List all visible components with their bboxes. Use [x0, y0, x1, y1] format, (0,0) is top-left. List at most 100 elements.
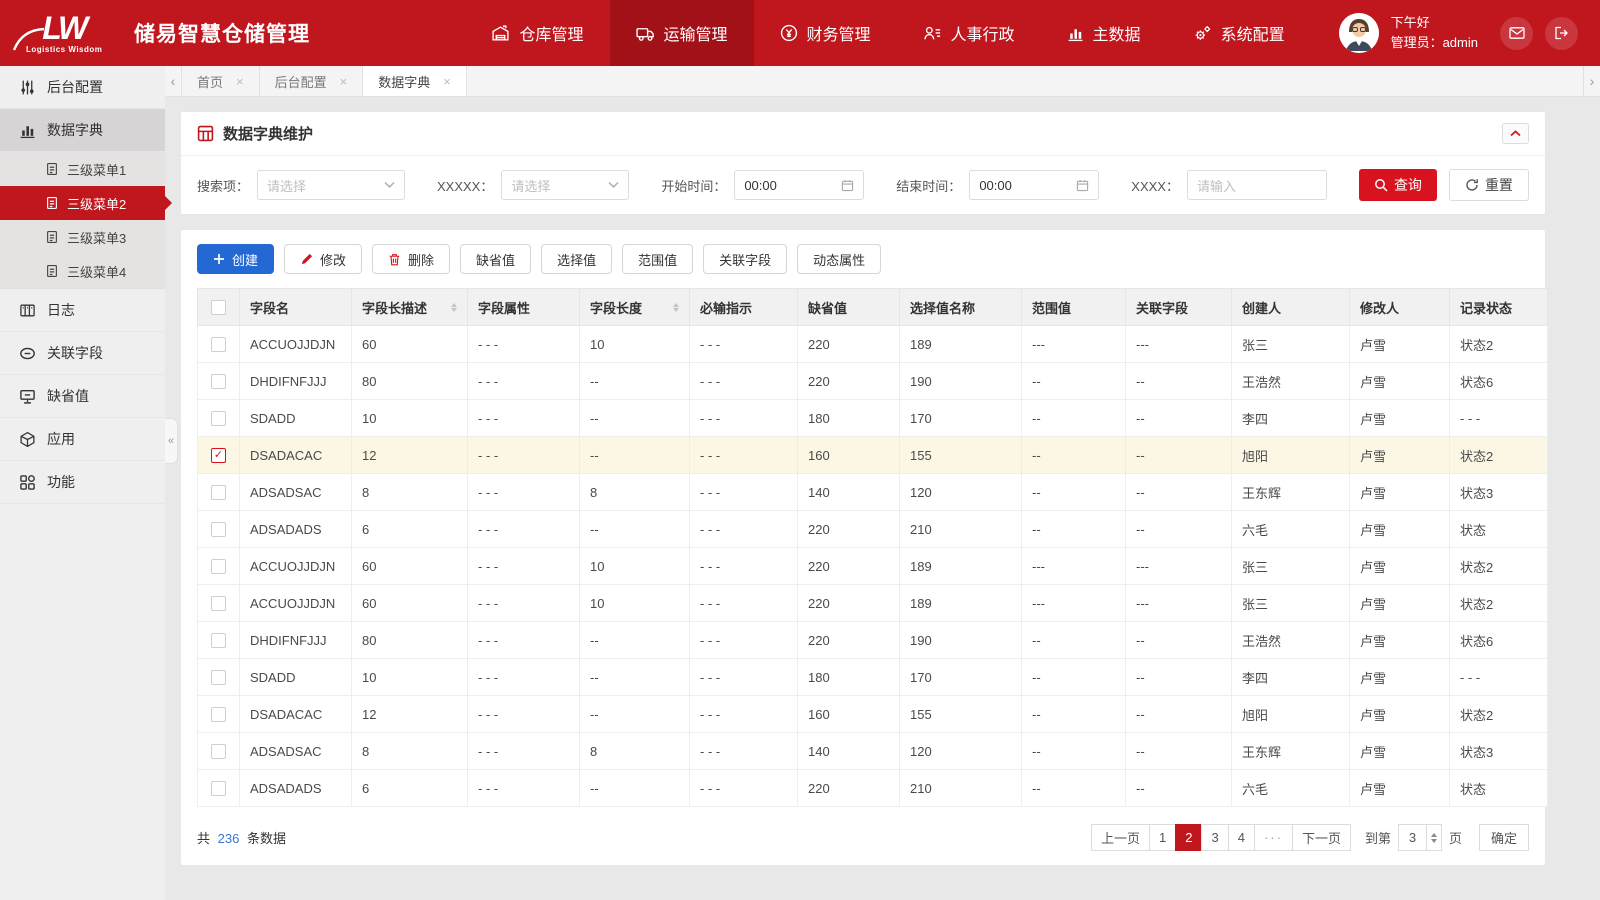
- cell-8: --: [1125, 473, 1232, 511]
- close-icon[interactable]: ×: [236, 75, 244, 88]
- toolbar-button-4[interactable]: 选择值: [541, 244, 613, 274]
- cell-1: 10: [351, 658, 468, 696]
- cell-2: - - -: [467, 658, 580, 696]
- start-time-input[interactable]: 00:00: [734, 170, 865, 200]
- toolbar-button-label: 关联字段: [719, 252, 772, 268]
- goto-confirm-button[interactable]: 确定: [1478, 824, 1529, 851]
- sidebar-collapse-handle[interactable]: «: [165, 418, 178, 464]
- cell-5: 180: [797, 658, 900, 696]
- tab-0[interactable]: 首页 ×: [182, 66, 260, 96]
- nav-item-0[interactable]: 仓库管理: [465, 0, 609, 66]
- toolbar-button-label: 动态属性: [813, 252, 866, 268]
- filter-panel-header: 数据字典维护: [181, 112, 1545, 156]
- panel-collapse-button[interactable]: [1502, 123, 1529, 144]
- close-icon[interactable]: ×: [340, 75, 348, 88]
- row-checkbox[interactable]: [211, 558, 226, 574]
- search-select[interactable]: 请选择: [257, 170, 406, 200]
- sidebar-subitem-3[interactable]: 三级菜单2: [0, 186, 172, 220]
- page-button-1[interactable]: 1: [1149, 824, 1177, 851]
- tab-2[interactable]: 数据字典 ×: [363, 66, 467, 96]
- header-action-logout[interactable]: [1545, 16, 1578, 50]
- stepper-up-icon[interactable]: [1430, 832, 1437, 837]
- row-checkbox[interactable]: [211, 669, 226, 685]
- tab-scroll-left-button[interactable]: ‹: [165, 66, 182, 96]
- row-checkbox[interactable]: [211, 632, 226, 648]
- row-checkbox[interactable]: [211, 595, 226, 611]
- toolbar-button-3[interactable]: 缺省值: [460, 244, 532, 274]
- column-header-4: 必输指示: [689, 288, 798, 326]
- xxxxx-select[interactable]: 请选择: [501, 170, 630, 200]
- select-all-checkbox[interactable]: [211, 299, 226, 315]
- filter-row: 搜索项： 请选择 XXXXX： 请选择 开始时间： 00:00 结束时间： 00…: [181, 156, 1545, 214]
- row-checkbox[interactable]: [211, 780, 226, 796]
- sort-asc-icon: [451, 302, 457, 307]
- row-checkbox[interactable]: [211, 706, 226, 722]
- toolbar-button-1[interactable]: 修改: [284, 244, 363, 274]
- header-actions: [1500, 16, 1578, 50]
- row-checkbox[interactable]: [211, 743, 226, 759]
- cell-7: --: [1021, 621, 1126, 659]
- nav-item-5[interactable]: 系统配置: [1167, 0, 1311, 66]
- row-checkbox[interactable]: ✓: [211, 447, 226, 463]
- sidebar-subitem-4[interactable]: 三级菜单3: [0, 220, 165, 254]
- nav-item-4[interactable]: 主数据: [1041, 0, 1167, 66]
- nav-item-3[interactable]: 人事行政: [897, 0, 1041, 66]
- row-checkbox[interactable]: [211, 410, 226, 426]
- toolbar-button-5[interactable]: 范围值: [622, 244, 694, 274]
- close-icon[interactable]: ×: [443, 75, 451, 88]
- row-checkbox[interactable]: [211, 336, 226, 352]
- cell-11: 状态2: [1449, 436, 1548, 474]
- sidebar-item-1[interactable]: 数据字典: [0, 109, 165, 152]
- page-button-2[interactable]: 2: [1175, 824, 1203, 851]
- sidebar-subitem-5[interactable]: 三级菜单4: [0, 254, 165, 288]
- row-checkbox[interactable]: [211, 484, 226, 500]
- avatar[interactable]: [1338, 13, 1379, 53]
- page-button-3[interactable]: 3: [1201, 824, 1229, 851]
- toolbar-button-label: 修改: [320, 252, 347, 268]
- cell-3: --: [579, 510, 690, 548]
- row-checkbox[interactable]: [211, 373, 226, 389]
- next-page-button[interactable]: 下一页: [1291, 824, 1351, 851]
- toolbar-button-7[interactable]: 动态属性: [797, 244, 882, 274]
- cell-4: - - -: [689, 325, 798, 363]
- end-time-input[interactable]: 00:00: [969, 170, 1100, 200]
- row-checkbox[interactable]: [211, 521, 226, 537]
- xxxx-input[interactable]: 请输入: [1186, 170, 1327, 200]
- prev-page-button[interactable]: 上一页: [1090, 824, 1150, 851]
- sidebar-item-8[interactable]: 缺省值: [0, 375, 165, 418]
- sort-icon[interactable]: [667, 302, 679, 312]
- sidebar-item-10[interactable]: 功能: [0, 461, 165, 504]
- sidebar-item-9[interactable]: 应用: [0, 418, 165, 461]
- page-ellipsis[interactable]: ···: [1253, 824, 1293, 851]
- cell-3: 8: [579, 732, 690, 770]
- sidebar-item-7[interactable]: 关联字段: [0, 332, 165, 375]
- toolbar-button-label: 删除: [408, 252, 435, 268]
- nav-item-1[interactable]: 运输管理: [609, 0, 754, 66]
- sidebar-subitem-2[interactable]: 三级菜单1: [0, 152, 165, 186]
- filter-panel: 数据字典维护 搜索项： 请选择 XXXXX： 请选择 开始时间： 00:00 结…: [180, 111, 1546, 215]
- toolbar-button-0[interactable]: 创建: [197, 244, 275, 274]
- header-action-mail[interactable]: [1500, 16, 1533, 50]
- cell-9: 王东辉: [1231, 732, 1350, 770]
- page-body: 数据字典维护 搜索项： 请选择 XXXXX： 请选择 开始时间： 00:00 结…: [165, 97, 1600, 866]
- nav-item-label: 运输管理: [663, 27, 728, 44]
- query-button[interactable]: 查询: [1358, 169, 1437, 201]
- goto-page-spinner[interactable]: 3: [1397, 824, 1442, 851]
- tab-scroll-right-button[interactable]: ›: [1583, 66, 1600, 96]
- toolbar-button-2[interactable]: 删除: [372, 244, 451, 274]
- sort-icon[interactable]: [445, 302, 457, 312]
- tab-1[interactable]: 后台配置 ×: [260, 66, 364, 96]
- reset-button[interactable]: 重置: [1448, 169, 1529, 201]
- toolbar-button-6[interactable]: 关联字段: [703, 244, 788, 274]
- sidebar-item-6[interactable]: 日志: [0, 289, 165, 332]
- spinner-stepper[interactable]: [1425, 825, 1441, 850]
- cell-4: - - -: [689, 473, 798, 511]
- nav-item-2[interactable]: 财务管理: [754, 0, 897, 66]
- sidebar: 后台配置 数据字典 三级菜单1 三级菜单2 三级菜单3 三级菜单4 日志 关联字段 缺省值 应用功…: [0, 66, 178, 900]
- cell-4: - - -: [689, 510, 798, 548]
- page-button-4[interactable]: 4: [1227, 824, 1255, 851]
- search-select-value: 请选择: [267, 178, 307, 194]
- stepper-down-icon[interactable]: [1430, 838, 1437, 843]
- sidebar-item-0[interactable]: 后台配置: [0, 66, 165, 109]
- cell-0: ADSADADS: [239, 510, 352, 548]
